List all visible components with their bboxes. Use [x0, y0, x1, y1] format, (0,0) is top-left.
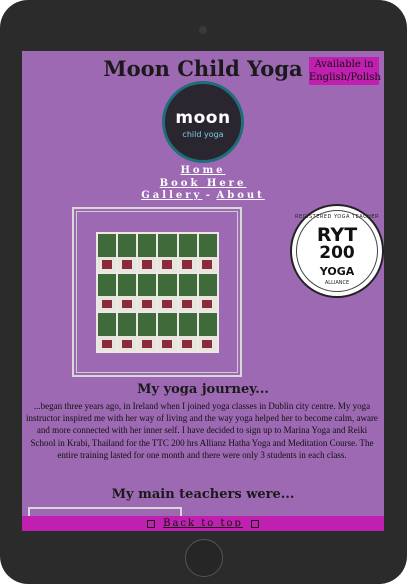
- badge-yoga: YOGA: [319, 265, 355, 278]
- nav-link-home[interactable]: Home: [180, 165, 225, 176]
- logo-subtitle: child yoga: [182, 130, 224, 139]
- website-screen: Moon Child Yoga Available in English/Pol…: [22, 51, 384, 531]
- photo-cell: [198, 234, 217, 272]
- nav-separator: -: [205, 190, 213, 201]
- photo-cell: [158, 234, 177, 272]
- photo-cell: [178, 313, 197, 351]
- nav-link-gallery[interactable]: Gallery: [141, 190, 202, 201]
- nav-row-home: Home: [22, 165, 384, 178]
- badge-alliance: ALLIANCE: [324, 280, 350, 286]
- nav-row-book: Book Here: [22, 178, 384, 191]
- facebook-icon[interactable]: [251, 519, 260, 528]
- badge-hours: 200: [319, 243, 355, 263]
- home-button[interactable]: [185, 539, 223, 577]
- nav-link-book-here[interactable]: Book Here: [160, 178, 247, 189]
- photo-cell: [158, 313, 177, 351]
- photo-cell: [138, 273, 157, 312]
- footer-bar: Back to top: [22, 516, 384, 531]
- square-icon: [146, 519, 155, 528]
- journey-paragraph: ...began three years ago, in Ireland whe…: [26, 401, 378, 460]
- photo-cell: [98, 273, 117, 312]
- photo-cell: [198, 273, 217, 312]
- camera-dot: [199, 26, 207, 34]
- photo-cell: [138, 234, 157, 272]
- nav-row-gallery-about: Gallery - About: [22, 190, 384, 203]
- photo-cell: [178, 273, 197, 312]
- tablet-device-frame: Moon Child Yoga Available in English/Pol…: [0, 0, 407, 584]
- photo-cell: [158, 273, 177, 312]
- photo-cell: [118, 313, 137, 351]
- teachers-heading: My main teachers were...: [111, 487, 295, 502]
- photo-cell: [98, 313, 117, 351]
- yoga-poses-photo: [96, 232, 219, 353]
- photo-cell: [118, 234, 137, 272]
- journey-heading: My yoga journey...: [137, 382, 269, 397]
- ryt-200-yoga-alliance-badge: REGISTERED YOGA TEACHER RYT 200 YOGA ALL…: [290, 204, 384, 298]
- main-navigation: Home Book Here Gallery - About: [22, 165, 384, 203]
- moon-child-yoga-logo[interactable]: moon child yoga: [162, 81, 244, 163]
- photo-cell: [138, 313, 157, 351]
- language-badge: Available in English/Polish: [309, 57, 381, 85]
- badge-top-text: REGISTERED YOGA TEACHER: [295, 214, 379, 220]
- photo-cell: [98, 234, 117, 272]
- logo-word: moon: [175, 108, 231, 128]
- nav-link-about[interactable]: About: [216, 190, 264, 201]
- back-to-top-link[interactable]: Back to top: [163, 518, 243, 529]
- photo-cell: [178, 234, 197, 272]
- photo-cell: [198, 313, 217, 351]
- photo-cell: [118, 273, 137, 312]
